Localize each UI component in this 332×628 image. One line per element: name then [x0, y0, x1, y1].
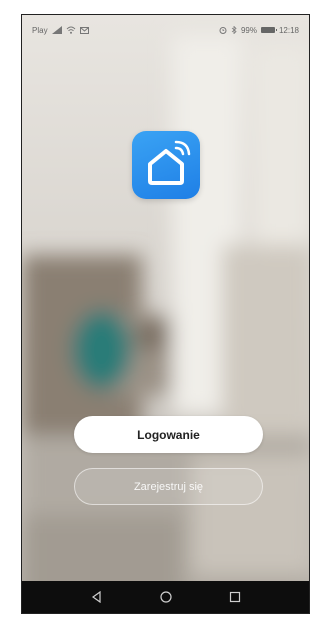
bluetooth-icon	[231, 26, 237, 34]
alarm-icon	[219, 27, 227, 34]
navigation-bar	[22, 581, 309, 613]
battery-percent: 99%	[240, 25, 257, 35]
carrier-label: Play	[32, 25, 48, 35]
battery-icon	[260, 27, 277, 33]
house-wifi-glyph	[148, 140, 191, 185]
register-button[interactable]: Zarejestruj się	[74, 468, 263, 505]
status-bar-right: 99% 12:18	[219, 26, 299, 35]
nav-recents-button[interactable]	[224, 586, 246, 608]
back-icon	[91, 591, 101, 603]
nav-home-button[interactable]	[155, 586, 177, 608]
smart-home-logo-icon	[132, 131, 200, 199]
status-bar-left: Play	[32, 26, 89, 35]
home-icon	[159, 591, 172, 603]
phone-screen: Play 99% 12:18 Logowanie Zarejestruj się	[21, 14, 310, 614]
clock: 12:18	[278, 25, 299, 35]
login-button[interactable]: Logowanie	[74, 416, 263, 453]
nav-back-button[interactable]	[86, 586, 108, 608]
status-bar: Play 99% 12:18	[22, 15, 309, 45]
background-photo-illustration	[22, 15, 309, 613]
message-icon	[79, 26, 89, 34]
wifi-icon	[66, 26, 75, 34]
background-photo	[22, 15, 309, 613]
recents-icon	[229, 591, 240, 603]
signal-icon	[51, 26, 62, 34]
